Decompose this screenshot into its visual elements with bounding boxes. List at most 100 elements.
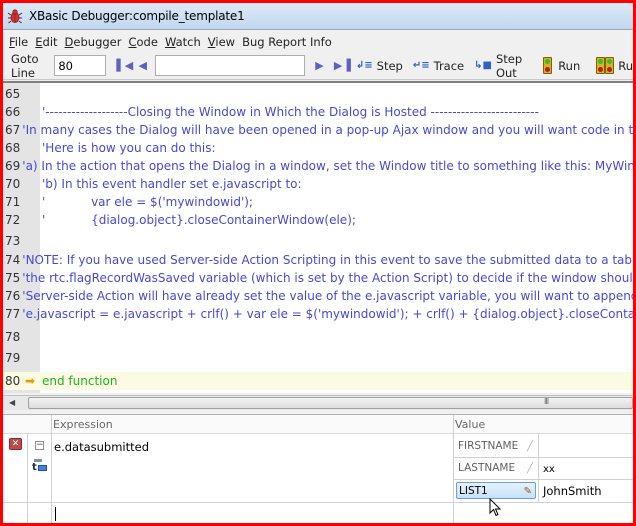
- watch-header: Expression Value: [3, 415, 633, 434]
- run-all-button[interactable]: Ru: [596, 57, 633, 74]
- divider: [453, 415, 454, 523]
- code-text: '-------------------Closing the Window i…: [42, 105, 539, 119]
- traffic-lights-icon: [596, 57, 615, 74]
- watch-expression[interactable]: e.datasubmitted: [54, 440, 149, 454]
- line-number[interactable]: 69: [3, 159, 20, 173]
- field-value-list1[interactable]: JohnSmith: [543, 484, 602, 498]
- current-line-arrow-icon: ➡: [25, 374, 36, 388]
- code-text: ' {dialog.object}.closeContainerWindow(e…: [42, 213, 356, 227]
- search-input[interactable]: [155, 55, 306, 76]
- delete-watch-icon[interactable]: ✕: [9, 438, 22, 450]
- menu-watch[interactable]: Watch: [165, 35, 201, 49]
- divider: [453, 457, 633, 458]
- edit-pencil-icon[interactable]: ✎: [524, 484, 532, 500]
- line-number[interactable]: 67: [3, 123, 20, 137]
- field-name-firstname[interactable]: FIRSTNAME ╱: [456, 438, 536, 455]
- window-title: XBasic Debugger:compile_template1: [29, 9, 245, 23]
- code-line[interactable]: 66 '-------------------Closing the Window…: [3, 103, 633, 121]
- code-line[interactable]: 71 ' var ele = $('mywindowid');: [3, 193, 633, 211]
- line-number[interactable]: 72: [3, 213, 25, 227]
- line-number[interactable]: 73: [3, 234, 25, 248]
- tree-view-icon[interactable]: t: [32, 459, 48, 473]
- edit-pencil-icon[interactable]: ╱: [527, 461, 533, 477]
- code-text: 'b) In this event handler set e.javascri…: [42, 177, 302, 191]
- line-number[interactable]: 66: [3, 105, 25, 119]
- code-line[interactable]: 77'e.javascript = e.javascript + crlf() …: [3, 305, 633, 323]
- horizontal-scrollbar[interactable]: ◀ III: [3, 395, 633, 410]
- code-line[interactable]: 67 'In many cases the Dialog will have be…: [3, 121, 633, 139]
- line-number[interactable]: 79: [3, 351, 25, 365]
- toolbar: Goto Line ▌◀ ◀ ▶ ▶▐ ↲≡ Step ↵≡ Trace ↳■ …: [3, 52, 633, 80]
- line-number[interactable]: 70: [3, 177, 25, 191]
- divider: [3, 502, 633, 503]
- title-bar: XBasic Debugger:compile_template1: [3, 3, 633, 30]
- bug-icon: [7, 9, 23, 24]
- divider: [51, 415, 52, 523]
- menu-bug-report-info[interactable]: Bug Report Info: [242, 35, 332, 49]
- code-text: 'the rtc.flagRecordWasSaved variable (wh…: [22, 271, 633, 285]
- divider: [538, 434, 539, 502]
- field-name-list1[interactable]: LIST1 ✎: [456, 482, 536, 499]
- code-line-current[interactable]: 80 ➡ end function: [3, 372, 633, 390]
- skip-to-start-icon[interactable]: ▌◀: [116, 59, 133, 72]
- code-text: 'e.javascript = e.javascript + crlf() + …: [22, 307, 633, 321]
- skip-to-end-icon[interactable]: ▶▐: [334, 59, 351, 72]
- menu-view[interactable]: View: [208, 35, 235, 49]
- line-number[interactable]: 68: [3, 141, 25, 155]
- code-text: 'NOTE: If you have used Server-side Acti…: [22, 253, 633, 267]
- collapse-icon[interactable]: −: [35, 441, 44, 450]
- divider: [27, 434, 28, 523]
- code-line[interactable]: 69'a) In the action that opens the Dialo…: [3, 157, 633, 175]
- goto-line-input[interactable]: [54, 55, 107, 76]
- next-icon[interactable]: ▶: [315, 59, 324, 72]
- divider: [453, 479, 633, 480]
- code-text: end function: [42, 374, 118, 388]
- menu-debugger[interactable]: Debugger: [65, 35, 122, 49]
- code-text: 'Here is how you can do this:: [42, 141, 216, 155]
- line-number[interactable]: 65: [3, 87, 25, 101]
- line-number[interactable]: 78: [3, 330, 25, 344]
- code-line[interactable]: 78: [3, 328, 633, 346]
- code-text: 'Server-side Action will have already se…: [22, 289, 633, 303]
- menu-bar: File Edit Debugger Code Watch View Bug R…: [3, 32, 633, 52]
- run-button[interactable]: Run: [543, 57, 580, 74]
- line-number[interactable]: 71: [3, 195, 25, 209]
- step-button[interactable]: ↲≡ Step: [356, 59, 403, 73]
- expression-column-header: Expression: [53, 418, 113, 431]
- scrollbar-thumb[interactable]: III: [28, 397, 633, 409]
- code-line[interactable]: 74 'NOTE: If you have used Server-side Ac…: [3, 251, 633, 269]
- line-number[interactable]: 75: [3, 271, 20, 285]
- menu-file[interactable]: File: [9, 35, 28, 49]
- step-icon: ↲≡: [355, 60, 373, 71]
- trace-icon: ↵≡: [412, 60, 430, 71]
- scroll-left-icon[interactable]: ◀: [9, 398, 15, 407]
- line-number[interactable]: 80: [3, 374, 25, 388]
- step-out-button[interactable]: ↳■ Step Out: [474, 52, 527, 80]
- code-line[interactable]: 70 'b) In this event handler set e.javasc…: [3, 175, 633, 193]
- new-expression-input-caret[interactable]: [55, 507, 56, 521]
- code-line[interactable]: 75'the rtc.flagRecordWasSaved variable (…: [3, 269, 633, 287]
- code-line[interactable]: 68 'Here is how you can do this:: [3, 139, 633, 157]
- code-line[interactable]: 65: [3, 85, 633, 103]
- trace-button[interactable]: ↵≡ Trace: [413, 59, 464, 73]
- line-number[interactable]: 76: [3, 289, 20, 303]
- line-number[interactable]: 74: [3, 253, 20, 267]
- code-line[interactable]: 76 'Server-side Action will have already …: [3, 287, 633, 305]
- line-number[interactable]: 77: [3, 307, 20, 321]
- scroll-grip: III: [544, 397, 549, 406]
- goto-line-label: Goto Line: [11, 51, 39, 80]
- code-text: 'In many cases the Dialog will have been…: [22, 123, 633, 137]
- menu-edit[interactable]: Edit: [35, 35, 57, 49]
- code-line[interactable]: 72 ' {dialog.object}.closeContainerWindow…: [3, 211, 633, 229]
- mouse-cursor-icon: [489, 498, 502, 517]
- previous-icon[interactable]: ◀: [138, 59, 147, 72]
- menu-code[interactable]: Code: [128, 35, 157, 49]
- code-line[interactable]: 79: [3, 349, 633, 367]
- field-value-lastname[interactable]: xx: [543, 464, 555, 475]
- edit-pencil-icon[interactable]: ╱: [527, 439, 533, 455]
- code-editor[interactable]: 65 66 '-------------------Closing the Wind…: [3, 81, 633, 393]
- watch-panel: Expression Value ✕ − t e.datasubmitted F…: [3, 414, 633, 523]
- field-name-lastname[interactable]: LASTNAME ╱: [456, 460, 536, 477]
- value-column-header: Value: [455, 418, 486, 431]
- code-line[interactable]: 73: [3, 232, 633, 250]
